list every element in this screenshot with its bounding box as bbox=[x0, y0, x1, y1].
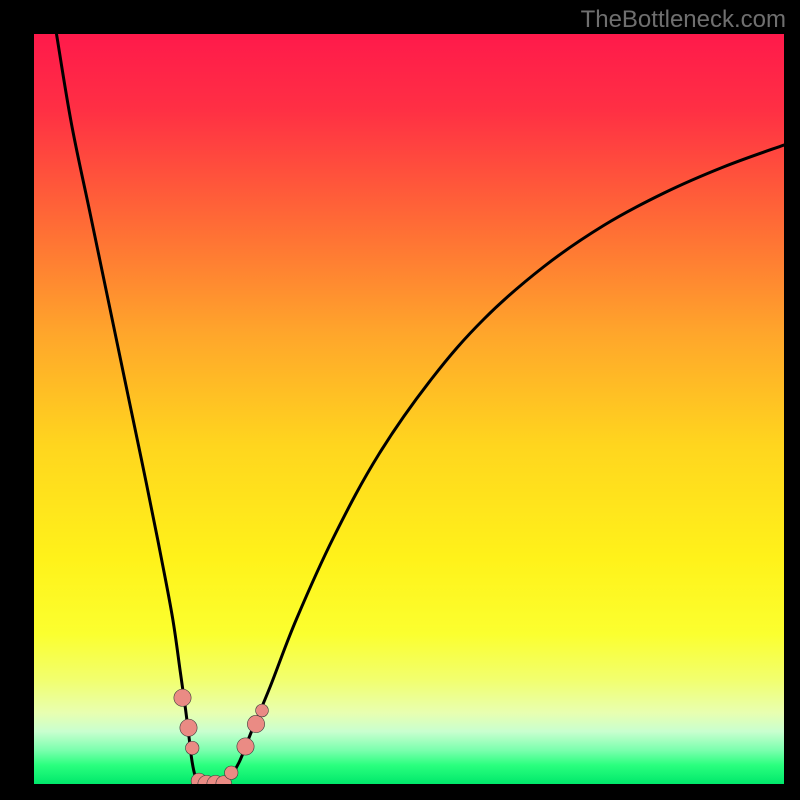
bead-marker bbox=[180, 719, 197, 736]
plot-area bbox=[34, 34, 784, 784]
curve-left-branch bbox=[57, 34, 224, 784]
bead-marker bbox=[174, 689, 191, 706]
chart-curves bbox=[34, 34, 784, 784]
bead-marker bbox=[247, 715, 264, 732]
watermark-text: TheBottleneck.com bbox=[581, 6, 786, 34]
bead-marker bbox=[186, 741, 200, 755]
curve-beads bbox=[174, 689, 269, 784]
bead-marker bbox=[225, 766, 239, 780]
bead-marker bbox=[237, 738, 254, 755]
curve-right-branch bbox=[224, 145, 784, 784]
chart-frame: TheBottleneck.com bbox=[0, 0, 800, 800]
bead-marker bbox=[256, 704, 269, 717]
